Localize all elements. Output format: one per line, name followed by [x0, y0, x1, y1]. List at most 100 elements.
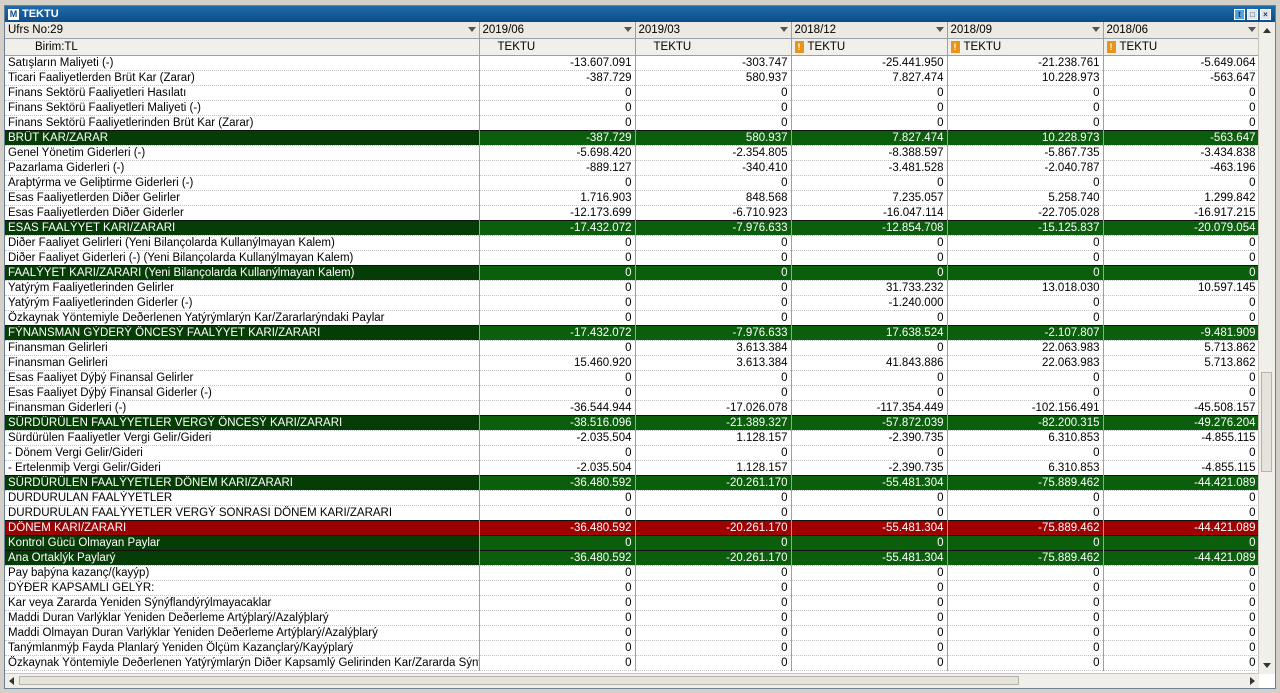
- chevron-down-icon[interactable]: [779, 27, 788, 32]
- ufrs-selector[interactable]: Ufrs No:29: [5, 22, 480, 39]
- value-cell: 0: [947, 610, 1104, 626]
- value-cell: 0: [791, 505, 948, 521]
- warning-icon[interactable]: !: [794, 40, 804, 53]
- table-row[interactable]: FÝNANSMAN GÝDERÝ ÖNCESÝ FAALÝYET KARI/ZA…: [5, 325, 1260, 341]
- table-row[interactable]: Finansman Gelirleri 0 3.613.384 0 22.063.983…: [5, 340, 1260, 356]
- row-label: - Dönem Vergi Gelir/Gideri: [5, 445, 480, 461]
- warning-icon[interactable]: !: [950, 40, 960, 53]
- table-row[interactable]: SÜRDÜRÜLEN FAALÝYETLER DÖNEM KARI/ZARARI…: [5, 475, 1260, 491]
- table-row[interactable]: Esas Faaliyet Dýþý Finansal Giderler (-)…: [5, 385, 1260, 401]
- table-row[interactable]: Ticari Faaliyetlerden Brüt Kar (Zarar) -3…: [5, 70, 1260, 86]
- period-column-header[interactable]: 2018/09: [947, 22, 1104, 39]
- period-column-header[interactable]: 2019/06: [479, 22, 636, 39]
- table-row[interactable]: Kar veya Zararda Yeniden Sýnýflandýrýlma…: [5, 595, 1260, 611]
- table-row[interactable]: SÜRDÜRÜLEN FAALÝYETLER VERGÝ ÖNCESÝ KARI…: [5, 415, 1260, 431]
- row-label: Finans Sektörü Faaliyetleri Maliyeti (-): [5, 100, 480, 116]
- scroll-right-icon[interactable]: [1250, 677, 1255, 685]
- horizontal-scroll-thumb[interactable]: [19, 676, 1019, 685]
- value-cell: -22.705.028: [947, 205, 1104, 221]
- table-row[interactable]: Yatýrým Faaliyetlerinden Giderler (-) 0 0-…: [5, 295, 1260, 311]
- chevron-down-icon[interactable]: [1091, 27, 1100, 32]
- table-row[interactable]: Satışların Maliyeti (-) -13.607.091 -303.7…: [5, 55, 1260, 71]
- value-cell: 0: [791, 655, 948, 671]
- value-cell: -21.238.761: [947, 55, 1104, 71]
- table-row[interactable]: DURDURULAN FAALÝYETLER 0 0 0 0 0: [5, 490, 1260, 506]
- chevron-down-icon[interactable]: [935, 27, 944, 32]
- table-row[interactable]: Esas Faaliyetlerden Diðer Giderler -12.17…: [5, 205, 1260, 221]
- row-label: Kontrol Gücü Olmayan Paylar: [5, 535, 480, 551]
- symbol-column-header[interactable]: ! TEKTU: [947, 38, 1104, 56]
- period-column-header[interactable]: 2018/12: [791, 22, 948, 39]
- table-row[interactable]: Özkaynak Yöntemiyle Deðerlenen Yatýrýmla…: [5, 310, 1260, 326]
- symbol-label: TEKTU: [963, 41, 1002, 53]
- chevron-down-icon[interactable]: [1247, 27, 1256, 32]
- table-row[interactable]: Maddi Duran Varlýklar Yeniden Deðerleme …: [5, 610, 1260, 626]
- table-row[interactable]: Finans Sektörü Faaliyetleri Hasılatı 0 0 0 0…: [5, 85, 1260, 101]
- table-row[interactable]: Tanýmlanmýþ Fayda Planlarý Yeniden Ölçüm…: [5, 640, 1260, 656]
- table-row[interactable]: DURDURULAN FAALÝYETLER VERGÝ SONRASI DÖN…: [5, 505, 1260, 521]
- table-row[interactable]: DÝÐER KAPSAMLI GELÝR: 0 0 0 0 0: [5, 580, 1260, 596]
- warning-icon[interactable]: !: [1106, 40, 1116, 53]
- scroll-down-icon[interactable]: [1263, 663, 1271, 668]
- vertical-scrollbar[interactable]: [1258, 22, 1275, 674]
- twitter-icon[interactable]: t: [1234, 8, 1245, 20]
- value-cell: 7.827.474: [791, 130, 948, 146]
- symbol-column-header[interactable]: TEKTU: [635, 38, 792, 56]
- table-row[interactable]: Ana Ortaklýk Paylarý -36.480.592 -20.261.1…: [5, 550, 1260, 566]
- table-row[interactable]: FAALÝYET KARI/ZARARI (Yeni Bilançolarda …: [5, 265, 1260, 281]
- symbol-column-header[interactable]: ! TEKTU: [791, 38, 948, 56]
- table-row[interactable]: Finansman Giderleri (-) -36.544.944 -17.02…: [5, 400, 1260, 416]
- vertical-scroll-thumb[interactable]: [1261, 372, 1272, 472]
- value-cell: -7.976.633: [635, 325, 792, 341]
- chevron-down-icon[interactable]: [467, 27, 476, 32]
- table-row[interactable]: Kontrol Gücü Olmayan Paylar 0 0 0 0 0: [5, 535, 1260, 551]
- table-row[interactable]: Pay baþýna kazanç/(kayýp) 0 0 0 0 0: [5, 565, 1260, 581]
- close-icon[interactable]: ×: [1260, 8, 1271, 20]
- table-row[interactable]: Finansman Gelirleri 15.460.920 3.613.384 41…: [5, 355, 1260, 371]
- table-row[interactable]: ESAS FAALÝYET KARI/ZARARI -17.432.072 -7.9…: [5, 220, 1260, 236]
- value-cell: 0: [791, 175, 948, 191]
- value-cell: 0: [479, 535, 636, 551]
- table-row[interactable]: Finans Sektörü Faaliyetleri Maliyeti (-)…: [5, 100, 1260, 116]
- period-column-header[interactable]: 2018/06: [1103, 22, 1260, 39]
- table-row[interactable]: Araþtýrma ve Geliþtirme Giderleri (-) 0 0 0…: [5, 175, 1260, 191]
- restore-icon[interactable]: □: [1247, 8, 1258, 20]
- value-cell: -21.389.327: [635, 415, 792, 431]
- table-row[interactable]: Esas Faaliyetlerden Diðer Gelirler 1.716.…: [5, 190, 1260, 206]
- table-row[interactable]: Yatýrým Faaliyetlerinden Gelirler 0 0 31.73…: [5, 280, 1260, 296]
- value-cell: 1.716.903: [479, 190, 636, 206]
- table-row[interactable]: Sürdürülen Faaliyetler Vergi Gelir/Gider…: [5, 430, 1260, 446]
- table-row[interactable]: Diðer Faaliyet Giderleri (-) (Yeni Bilan…: [5, 250, 1260, 266]
- value-cell: 0: [635, 565, 792, 581]
- table-row[interactable]: Özkaynak Yöntemiyle Deðerlenen Yatýrýmla…: [5, 655, 1260, 671]
- table-row[interactable]: - Ertelenmiþ Vergi Gelir/Gideri -2.035.50…: [5, 460, 1260, 476]
- table-row[interactable]: Genel Yönetim Giderleri (-) -5.698.420 -2.…: [5, 145, 1260, 161]
- unit-selector[interactable]: Birim:TL: [5, 38, 480, 56]
- symbol-label: TEKTU: [653, 41, 692, 53]
- symbol-column-header[interactable]: TEKTU: [479, 38, 636, 56]
- row-label: Pay baþýna kazanç/(kayýp): [5, 565, 480, 581]
- value-cell: -36.544.944: [479, 400, 636, 416]
- period-column-header[interactable]: 2019/03: [635, 22, 792, 39]
- table-row[interactable]: DÖNEM KARI/ZARARI -36.480.592 -20.261.170-…: [5, 520, 1260, 536]
- value-cell: 0: [1103, 370, 1260, 386]
- table-row[interactable]: Esas Faaliyet Dýþý Finansal Gelirler 0 0 0 0…: [5, 370, 1260, 386]
- chevron-down-icon[interactable]: [623, 27, 632, 32]
- value-cell: -340.410: [635, 160, 792, 176]
- window-title: TEKTU: [22, 8, 59, 20]
- value-cell: -20.261.170: [635, 475, 792, 491]
- horizontal-scrollbar[interactable]: [5, 673, 1259, 688]
- scroll-up-icon[interactable]: [1263, 28, 1271, 33]
- table-row[interactable]: BRÜT KAR/ZARAR -387.729 580.937 7.827.474 10…: [5, 130, 1260, 146]
- table-row[interactable]: - Dönem Vergi Gelir/Gideri 0 0 0 0 0: [5, 445, 1260, 461]
- row-label: DÖNEM KARI/ZARARI: [5, 520, 480, 536]
- row-label: Finans Sektörü Faaliyetleri Hasılatı: [5, 85, 480, 101]
- table-row[interactable]: Maddi Olmayan Duran Varlýklar Yeniden De…: [5, 625, 1260, 641]
- table-row[interactable]: Pazarlama Giderleri (-) -889.127 -340.410-…: [5, 160, 1260, 176]
- table-row[interactable]: Diðer Faaliyet Gelirleri (Yeni Bilançola…: [5, 235, 1260, 251]
- scroll-left-icon[interactable]: [9, 677, 14, 685]
- value-cell: -2.107.807: [947, 325, 1104, 341]
- table-row[interactable]: Finans Sektörü Faaliyetlerinden Brüt Kar…: [5, 115, 1260, 131]
- value-cell: 13.018.030: [947, 280, 1104, 296]
- symbol-column-header[interactable]: ! TEKTU: [1103, 38, 1260, 56]
